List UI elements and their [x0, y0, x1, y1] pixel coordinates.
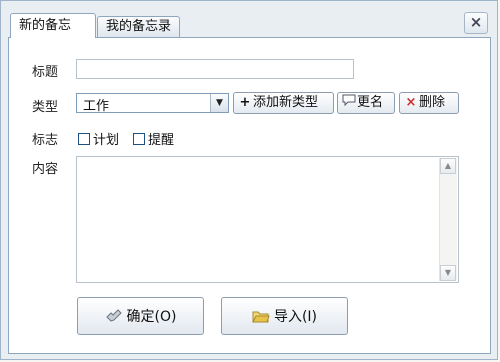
scroll-up-icon[interactable]: ▲ — [440, 158, 456, 174]
folder-icon — [252, 309, 270, 324]
close-button[interactable]: × — [464, 12, 488, 34]
memo-window: 新的备忘 我的备忘录 × 标题 类型 工作 ▼ + 添加新类型 更名 × 删除 标志… — [0, 0, 498, 360]
reminder-checkbox-label: 提醒 — [148, 133, 175, 148]
tab-my-memos-label: 我的备忘录 — [106, 19, 172, 34]
content-label: 内容 — [32, 162, 59, 177]
confirm-icon — [105, 308, 123, 324]
plan-checkbox-label: 计划 — [93, 133, 120, 148]
import-button[interactable]: 导入(I) — [221, 297, 348, 335]
close-icon: × — [469, 13, 483, 31]
reminder-checkbox[interactable]: 提醒 — [133, 129, 174, 148]
tab-my-memos[interactable]: 我的备忘录 — [97, 16, 180, 37]
ok-label: 确定(O) — [126, 309, 177, 325]
reminder-checkbox-box[interactable] — [133, 132, 145, 145]
type-label: 类型 — [32, 100, 59, 115]
title-input[interactable] — [76, 59, 354, 79]
speech-bubble-icon — [341, 93, 357, 113]
import-label: 导入(I) — [273, 309, 318, 325]
delete-label: 删除 — [419, 95, 446, 110]
plan-checkbox-box[interactable] — [78, 132, 90, 145]
chevron-down-icon[interactable]: ▼ — [210, 94, 228, 112]
delete-icon: × — [405, 95, 417, 110]
content-textarea[interactable]: ▲ ▼ — [76, 156, 459, 283]
delete-button[interactable]: × 删除 — [399, 92, 459, 114]
type-select[interactable]: 工作 ▼ — [76, 93, 229, 114]
ok-button[interactable]: 确定(O) — [77, 297, 204, 335]
flag-label: 标志 — [32, 133, 59, 148]
content-scrollbar[interactable]: ▲ ▼ — [439, 158, 457, 281]
title-label: 标题 — [32, 65, 59, 80]
rename-label: 更名 — [357, 95, 384, 110]
plan-checkbox[interactable]: 计划 — [78, 129, 119, 148]
plus-icon: + — [239, 95, 251, 110]
add-type-button[interactable]: + 添加新类型 — [233, 92, 334, 114]
tab-new-memo-label: 新的备忘 — [19, 18, 72, 33]
add-type-label: 添加新类型 — [253, 95, 319, 110]
tab-new-memo[interactable]: 新的备忘 — [10, 13, 96, 38]
scroll-down-icon[interactable]: ▼ — [440, 265, 456, 281]
type-select-value: 工作 — [83, 99, 110, 114]
rename-button[interactable]: 更名 — [337, 92, 395, 114]
